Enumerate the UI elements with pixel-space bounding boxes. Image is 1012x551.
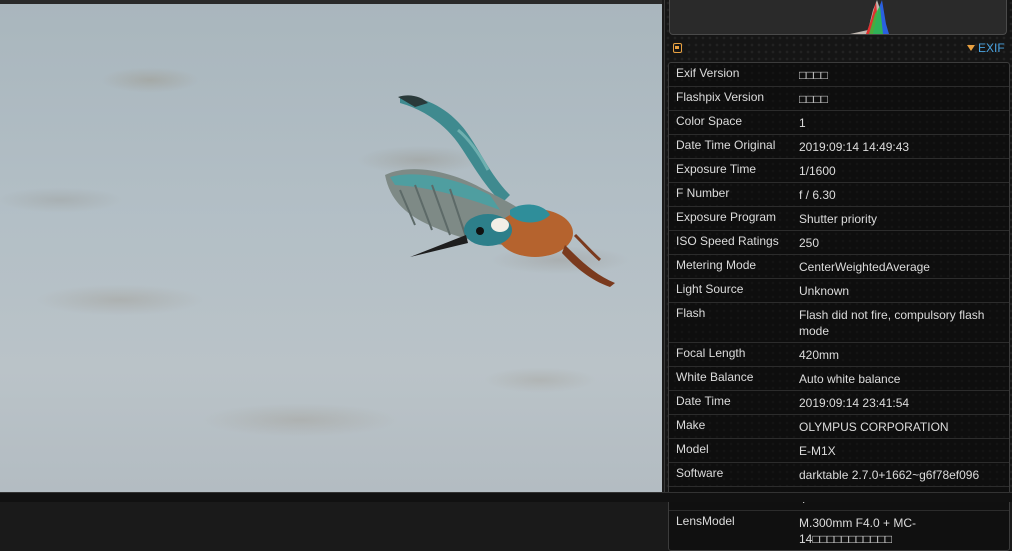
exif-label: Exposure Time — [676, 162, 757, 176]
exif-row: Flash Flash did not fire, compulsory flas… — [669, 303, 1009, 343]
exif-row: Color Space 1 — [669, 111, 1009, 135]
exif-value: Unknown — [799, 284, 850, 298]
exif-label: LensModel — [676, 514, 735, 528]
exif-row: Model E-M1X — [669, 439, 1009, 463]
exif-label: F Number — [676, 186, 730, 200]
exif-value: OLYMPUS CORPORATION — [799, 420, 949, 434]
exif-label: Flash — [676, 306, 706, 320]
exif-row: Exposure Time 1/1600 — [669, 159, 1009, 183]
exif-value: Flash did not fire, compulsory flash mod… — [799, 308, 985, 338]
exif-value: □□□□ — [799, 92, 828, 106]
exif-row: Date Time Original 2019:09:14 14:49:43 — [669, 135, 1009, 159]
exif-value: Shutter priority — [799, 212, 878, 226]
exif-row: Date Time 2019:09:14 23:41:54 — [669, 391, 1009, 415]
exif-row: Flashpix Version □□□□ — [669, 87, 1009, 111]
histogram-graph — [850, 0, 889, 34]
exif-value: 1/1600 — [799, 164, 836, 178]
right-panel: EXIF Exif Version □□□□ Flashpix Version □□□… — [664, 0, 1012, 551]
exif-value: □□□□ — [799, 68, 828, 82]
exif-value: darktable 2.7.0+1662~g6f78ef096 — [799, 468, 980, 482]
chevron-down-icon[interactable] — [967, 45, 975, 51]
exif-row: ISO Speed Ratings 250 — [669, 231, 1009, 255]
exif-label: Light Source — [676, 282, 744, 296]
exif-row: Make OLYMPUS CORPORATION — [669, 415, 1009, 439]
exif-label: ISO Speed Ratings — [676, 234, 779, 248]
exif-table: Exif Version □□□□ Flashpix Version □□□□ Colo… — [668, 62, 1010, 551]
histogram[interactable] — [669, 0, 1007, 35]
exif-row: Exif Version □□□□ — [669, 63, 1009, 87]
exif-value: 420mm — [799, 348, 840, 362]
exif-label: Date Time Original — [676, 138, 776, 152]
exif-row: White Balance Auto white balance — [669, 367, 1009, 391]
exif-value: 2019:09:14 23:41:54 — [799, 396, 910, 410]
exif-label: Flashpix Version — [676, 90, 765, 104]
exif-label: Metering Mode — [676, 258, 757, 272]
exif-label: Model — [676, 442, 709, 456]
exif-label: Date Time — [676, 394, 731, 408]
exif-value: E-M1X — [799, 444, 836, 458]
exif-value: 1 — [799, 116, 806, 130]
exif-value: 250 — [799, 236, 820, 250]
exif-label: Focal Length — [676, 346, 746, 360]
top-border — [0, 0, 662, 4]
exif-row: Software darktable 2.7.0+1662~g6f78ef096 — [669, 463, 1009, 487]
exif-label: Exposure Program — [676, 210, 777, 224]
exif-value: 2019:09:14 14:49:43 — [799, 140, 910, 154]
exif-row: LensModel M.300mm F4.0 + MC-14□□□□□□□□□□□ — [669, 511, 1009, 550]
exif-label: Software — [676, 466, 724, 480]
exif-row: Exposure Program Shutter priority — [669, 207, 1009, 231]
exif-value: CenterWeightedAverage — [799, 260, 930, 274]
exif-module-header[interactable]: EXIF — [665, 40, 1012, 58]
exif-row: F Number f / 6.30 — [669, 183, 1009, 207]
exif-label: Exif Version — [676, 66, 740, 80]
exif-label: Make — [676, 418, 706, 432]
image-canvas[interactable] — [0, 0, 662, 492]
exif-row: Focal Length 420mm — [669, 343, 1009, 367]
exif-value: M.300mm F4.0 + MC-14□□□□□□□□□□□ — [799, 516, 917, 546]
exif-value: Auto white balance — [799, 372, 901, 386]
exif-label: White Balance — [676, 370, 754, 384]
exif-value: f / 6.30 — [799, 188, 836, 202]
module-icon[interactable] — [673, 43, 682, 53]
exif-title[interactable]: EXIF — [978, 41, 1005, 55]
exif-label: Color Space — [676, 114, 743, 128]
exif-row: Light Source Unknown — [669, 279, 1009, 303]
kingfisher-photo — [385, 95, 615, 287]
exif-row: Metering Mode CenterWeightedAverage — [669, 255, 1009, 279]
